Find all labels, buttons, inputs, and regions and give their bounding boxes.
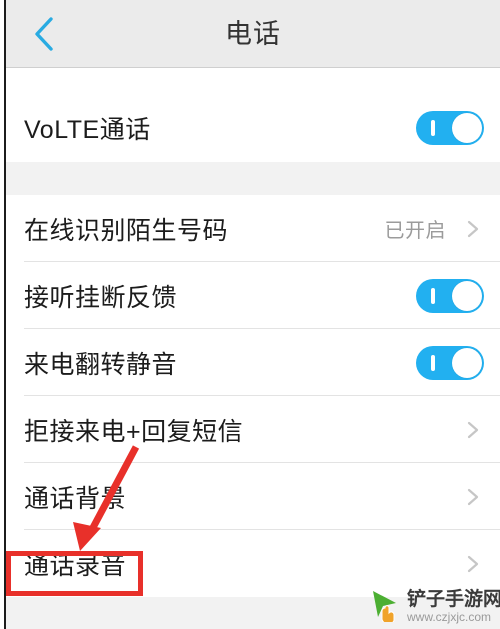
row-reject-call-reply-sms[interactable]: 拒接来电+回复短信	[6, 396, 500, 463]
row-volte-call[interactable]: VoLTE通话	[6, 94, 500, 161]
row-online-identify-stranger-number[interactable]: 在线识别陌生号码 已开启	[6, 195, 500, 262]
row-answer-hangup-feedback[interactable]: 接听挂断反馈	[6, 262, 500, 329]
chevron-right-icon	[462, 218, 484, 240]
settings-group-call: 在线识别陌生号码 已开启 接听挂断反馈 来电翻转静音 拒接来电+回复短信 通话背…	[6, 195, 500, 598]
row-label: 拒接来电+回复短信	[24, 417, 244, 446]
row-call-recording[interactable]: 通话录音	[6, 530, 500, 598]
toggle-flip-to-mute[interactable]	[416, 345, 484, 380]
phone-settings-screen: 电话 VoLTE通话 在线识别陌生号码 已开启 接听挂断反馈 来电翻转静音 拒接…	[0, 0, 500, 629]
group-gap-middle	[6, 162, 500, 195]
chevron-right-icon	[462, 419, 484, 441]
row-flip-to-mute[interactable]: 来电翻转静音	[6, 329, 500, 396]
toggle-knob	[452, 280, 482, 311]
row-label: 通话录音	[24, 552, 127, 580]
row-value: 已开启	[384, 220, 446, 242]
screen-left-edge-line	[4, 0, 6, 629]
page-title: 电话	[225, 19, 281, 49]
toggle-bar-icon	[431, 354, 435, 371]
chevron-right-icon	[462, 486, 484, 508]
toggle-answer-hangup-feedback[interactable]	[416, 278, 484, 313]
row-label: 在线识别陌生号码	[24, 216, 229, 245]
row-label: 通话背景	[24, 484, 127, 513]
chevron-left-icon	[31, 14, 57, 54]
toggle-knob	[452, 112, 482, 143]
toggle-volte-call[interactable]	[416, 110, 484, 145]
chevron-right-icon	[462, 553, 484, 575]
toggle-bar-icon	[431, 119, 435, 136]
row-label: 接听挂断反馈	[24, 283, 178, 312]
row-label: VoLTE通话	[24, 115, 151, 144]
toggle-knob	[452, 347, 482, 378]
back-button[interactable]	[16, 6, 72, 62]
navigation-bar: 电话	[6, 0, 500, 68]
group-gap-bottom	[6, 597, 500, 629]
toggle-bar-icon	[431, 287, 435, 304]
row-label: 来电翻转静音	[24, 350, 178, 379]
settings-group-volte: VoLTE通话	[6, 69, 500, 161]
row-call-background[interactable]: 通话背景	[6, 463, 500, 530]
